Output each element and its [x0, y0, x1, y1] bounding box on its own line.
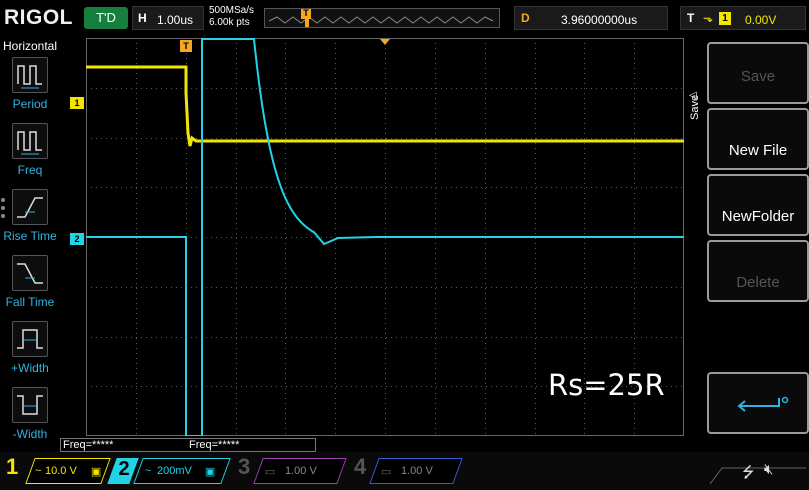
freq-icon	[12, 123, 48, 159]
return-icon	[737, 396, 789, 412]
new-folder-button[interactable]: NewFolder	[707, 174, 809, 236]
measure-positive-width-label: +Width	[11, 361, 49, 375]
waveform-display[interactable]: Rs=25R	[86, 38, 684, 436]
ch2-offset-marker[interactable]: 2	[70, 233, 84, 245]
delete-button[interactable]: Delete	[707, 240, 809, 302]
ch2-coupling: ~	[145, 465, 152, 477]
measure-positive-width-button[interactable]: +Width	[0, 321, 60, 385]
fall-time-icon	[12, 255, 48, 291]
ch1-coupling: ~	[35, 465, 42, 477]
rigol-logo: RIGOL	[4, 6, 73, 29]
trigger-box[interactable]: T ⬎ 1 0.00V	[680, 6, 806, 30]
measure-rise-time-button[interactable]: Rise Time	[0, 189, 60, 253]
ch2-scale: 200mV	[157, 465, 192, 477]
measure-fall-time-label: Fall Time	[5, 295, 55, 309]
measure-panel-title: Horizontal	[3, 39, 58, 53]
system-status-area: ⭍ 🔇︎	[706, 458, 806, 485]
ch2-status-box[interactable]: ~ 200mV ▣	[133, 458, 231, 484]
menu-collapse-icon[interactable]: ◁	[689, 90, 697, 101]
ch3-scale: 1.00 V	[285, 465, 317, 477]
measure-freq-label: Freq	[17, 163, 43, 177]
memory-depth: 6.00k pts	[209, 17, 250, 28]
ch4-status-box[interactable]: ▭ 1.00 V	[369, 458, 463, 484]
memory-buffer-bar: T	[264, 8, 500, 28]
measure-negative-width-label: -Width	[12, 427, 48, 441]
horizontal-label: H	[138, 11, 147, 25]
trigger-position-marker[interactable]: T	[180, 40, 192, 52]
top-status-bar: RIGOL T'D H 1.00us 500MSa/s 6.00k pts T …	[0, 0, 809, 38]
ch1-scale: 10.0 V	[45, 465, 77, 477]
page-indicator	[1, 198, 7, 222]
ch3-number[interactable]: 3	[238, 454, 250, 480]
ch4-scale: 1.00 V	[401, 465, 433, 477]
positive-width-icon	[12, 321, 48, 357]
measure-negative-width-button[interactable]: -Width	[0, 387, 60, 451]
measure-fall-time-button[interactable]: Fall Time	[0, 255, 60, 319]
period-icon	[12, 57, 48, 93]
usb-icon: ⭍	[742, 464, 755, 481]
measure-period-button[interactable]: Period	[0, 57, 60, 121]
center-trigger-marker	[380, 39, 390, 45]
falling-edge-icon: ⬎	[703, 11, 714, 25]
measure-rise-time-label: Rise Time	[3, 229, 57, 243]
delay-box[interactable]: D 3.96000000us	[514, 6, 668, 30]
timebase-box[interactable]: H 1.00us	[132, 6, 204, 30]
ch1-battery-icon: ▣	[90, 466, 102, 478]
timebase-value: 1.00us	[157, 13, 194, 27]
measure-panel: Horizontal Period Freq Rise Time Fall Ti…	[0, 38, 60, 441]
new-file-button-label: New File	[728, 142, 788, 159]
delete-button-label: Delete	[736, 274, 780, 291]
channel-status-bar: 1 ~ 10.0 V ▣ 2 ~ 200mV ▣ 3 ▭ 1.00 V 4 ▭ …	[0, 452, 809, 490]
buffer-trigger-marker: T	[301, 9, 311, 19]
return-button[interactable]	[707, 372, 809, 434]
new-file-button[interactable]: New File	[707, 108, 809, 170]
ch2-frequency-readout: Freq=*****	[189, 439, 240, 451]
sample-rate: 500MSa/s	[209, 5, 255, 16]
new-folder-button-label: NewFolder	[721, 208, 795, 225]
trigger-label: T	[687, 11, 695, 25]
measure-period-label: Period	[12, 97, 48, 111]
acquisition-info: 500MSa/s 6.00k pts	[209, 5, 254, 29]
ch2-battery-icon: ▣	[204, 466, 216, 478]
ch3-coupling-icon: ▭	[264, 466, 276, 478]
speaker-muted-icon[interactable]: 🔇︎	[764, 461, 773, 478]
negative-width-icon	[12, 387, 48, 423]
ch1-status-box[interactable]: ~ 10.0 V ▣	[25, 458, 111, 484]
rise-time-icon	[12, 189, 48, 225]
ch3-status-box[interactable]: ▭ 1.00 V	[253, 458, 347, 484]
ch1-number[interactable]: 1	[6, 454, 18, 480]
ch4-number[interactable]: 4	[354, 454, 366, 480]
ch2-number: 2	[118, 458, 130, 480]
delay-value: 3.96000000us	[561, 13, 638, 27]
trigger-status-badge: T'D	[84, 7, 128, 29]
save-menu: Save ◁ Save New File NewFolder Delete	[686, 38, 809, 438]
measurement-result-bar: Freq=***** Freq=*****	[60, 438, 316, 452]
delay-label: D	[521, 11, 530, 25]
trigger-level: 0.00V	[745, 13, 777, 27]
save-button-label: Save	[740, 68, 776, 85]
measure-freq-button[interactable]: Freq	[0, 123, 60, 187]
save-button[interactable]: Save	[707, 42, 809, 104]
ch1-frequency-readout: Freq=*****	[63, 439, 114, 451]
trigger-channel-badge: 1	[719, 12, 731, 25]
ch1-offset-marker[interactable]: 1	[70, 97, 84, 109]
ch4-coupling-icon: ▭	[380, 466, 392, 478]
screen-annotation: Rs=25R	[548, 368, 665, 402]
